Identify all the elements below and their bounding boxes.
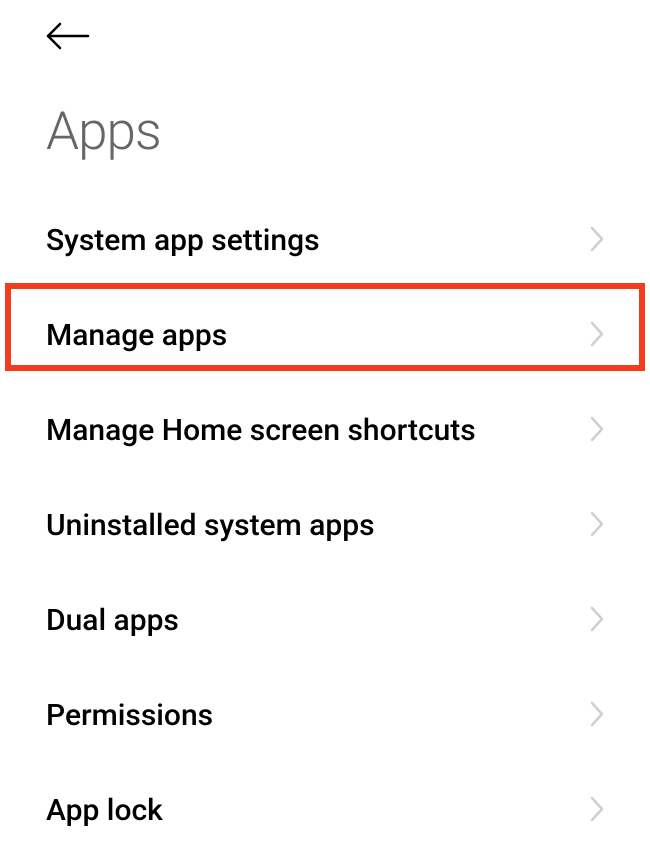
list-item-app-lock[interactable]: App lock [0,763,650,858]
list-item-label: System app settings [46,223,320,258]
list-item-uninstalled-system-apps[interactable]: Uninstalled system apps [0,478,650,573]
list-item-label: Permissions [46,698,213,733]
list-item-label: Manage apps [46,318,227,353]
list-item-manage-home-screen-shortcuts[interactable]: Manage Home screen shortcuts [0,383,650,478]
chevron-right-icon [590,606,604,636]
page-title: Apps [46,100,161,162]
list-item-system-app-settings[interactable]: System app settings [0,193,650,288]
list-item-permissions[interactable]: Permissions [0,668,650,763]
arrow-left-icon [46,22,90,54]
list-item-label: Manage Home screen shortcuts [46,413,476,448]
settings-list: System app settings Manage apps Manage H… [0,193,650,858]
list-item-manage-apps[interactable]: Manage apps [0,288,650,383]
back-button[interactable] [46,22,94,54]
chevron-right-icon [590,321,604,351]
list-item-label: App lock [46,793,163,828]
chevron-right-icon [590,796,604,826]
list-item-label: Dual apps [46,603,179,638]
chevron-right-icon [590,701,604,731]
chevron-right-icon [590,226,604,256]
list-item-label: Uninstalled system apps [46,508,375,543]
list-item-dual-apps[interactable]: Dual apps [0,573,650,668]
chevron-right-icon [590,416,604,446]
chevron-right-icon [590,511,604,541]
